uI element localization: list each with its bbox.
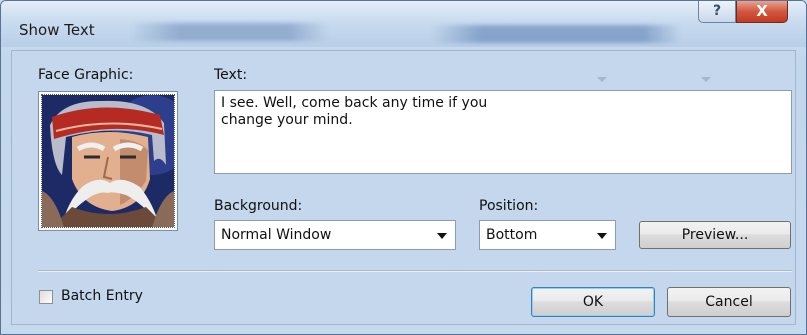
cancel-button[interactable]: Cancel	[667, 287, 791, 317]
message-text-input[interactable]: I see. Well, come back any time if you c…	[214, 90, 792, 174]
show-text-dialog: Show Text ? X Face Graphic: Text: I see.…	[0, 0, 807, 335]
divider	[38, 270, 792, 272]
batch-entry-checkbox[interactable]	[39, 290, 53, 304]
face-graphic-label: Face Graphic:	[38, 67, 134, 83]
face-graphic-picker[interactable]	[38, 91, 178, 231]
batch-entry-label[interactable]: Batch Entry	[61, 288, 143, 304]
background-blur	[431, 25, 681, 43]
chevron-down-icon	[597, 233, 607, 239]
close-button[interactable]: X	[736, 1, 788, 23]
window-title: Show Text	[19, 21, 95, 39]
position-select-value: Bottom	[486, 227, 538, 243]
title-bar[interactable]: Show Text ? X	[1, 1, 806, 47]
position-select[interactable]: Bottom	[479, 220, 616, 250]
portrait-image-icon	[41, 94, 175, 228]
background-select[interactable]: Normal Window	[214, 220, 456, 250]
chevron-down-icon	[437, 233, 447, 239]
position-label: Position:	[479, 198, 539, 214]
help-button[interactable]: ?	[698, 1, 736, 23]
faint-arrow-icon	[701, 77, 711, 82]
background-select-value: Normal Window	[221, 227, 332, 243]
message-line: I see. Well, come back any time if you	[221, 95, 488, 111]
message-line: change your mind.	[221, 112, 353, 128]
preview-button[interactable]: Preview...	[639, 221, 791, 249]
background-label: Background:	[214, 198, 303, 214]
faint-arrow-icon	[597, 77, 607, 82]
ok-button[interactable]: OK	[531, 287, 655, 317]
background-blur	[129, 23, 329, 41]
text-label: Text:	[214, 67, 248, 83]
